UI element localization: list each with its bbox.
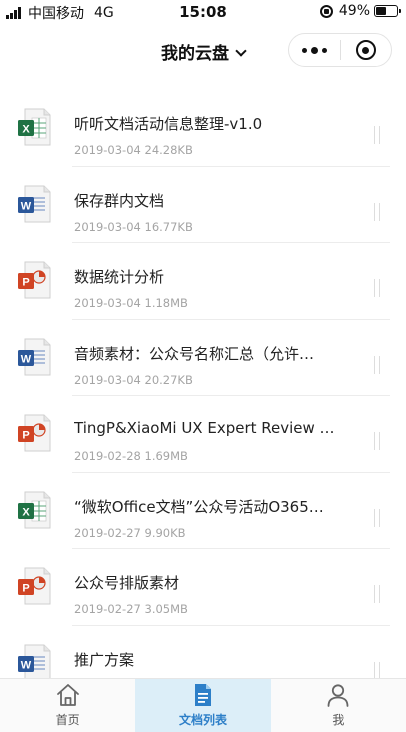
drag-handle-icon[interactable]: [374, 355, 380, 374]
file-name: 推广方案: [74, 650, 135, 669]
rotation-lock-icon: [319, 4, 333, 18]
file-list-item[interactable]: X 听听文档活动信息整理-v1.0 2019-03-04 24.28KB: [0, 90, 406, 167]
close-mini-program-button[interactable]: [340, 34, 391, 66]
drag-handle-icon[interactable]: [374, 508, 380, 527]
svg-text:W: W: [21, 200, 32, 212]
file-name: 听听文档活动信息整理-v1.0: [74, 115, 263, 133]
svg-text:W: W: [21, 659, 32, 671]
file-list-item[interactable]: P TingP&XiaoMi UX Expert Review … 2019-02-…: [0, 396, 406, 473]
file-date: 2019-02-27: [74, 602, 141, 616]
file-meta: 2019-03-04 1.18MB: [74, 296, 188, 310]
file-date: 2019-02-28: [74, 449, 141, 463]
file-list-item[interactable]: P 公众号排版素材 2019-02-27 3.05MB: [0, 549, 406, 626]
word-file-icon: W: [18, 338, 51, 375]
target-icon: [355, 40, 376, 60]
file-date: 2019-02-27: [74, 525, 141, 540]
file-list-item[interactable]: P 数据统计分析 2019-03-04 1.18MB: [0, 243, 406, 320]
file-size: 24.28KB: [144, 143, 193, 157]
file-list: X 听听文档活动信息整理-v1.0 2019-03-04 24.28KB W 保存群内文…: [0, 90, 406, 678]
file-name: 保存群内文档: [74, 191, 165, 210]
file-date: 2019-03-04: [74, 296, 141, 310]
excel-file-icon: X: [18, 108, 51, 146]
file-meta: 2019-02-27 3.05MB: [74, 602, 188, 616]
drag-handle-icon[interactable]: [374, 432, 380, 450]
tab-document-list-label: 文档列表: [178, 713, 227, 727]
tab-document-list[interactable]: 文档列表: [135, 679, 271, 732]
svg-text:P: P: [22, 430, 29, 442]
file-name: 音频素材：公众号名称汇总（允许…: [74, 344, 315, 363]
file-list-item[interactable]: W 保存群内文档 2019-03-04 16.77KB: [0, 167, 406, 243]
drag-handle-icon[interactable]: [374, 279, 380, 297]
file-meta: 2019-03-04 20.27KB: [74, 373, 193, 387]
file-date: 2019-03-04: [74, 219, 141, 234]
file-list-item[interactable]: W 音频素材：公众号名称汇总（允许… 2019-03-04 20.27KB: [0, 320, 406, 396]
battery-percent: 49%: [338, 3, 370, 19]
tab-me-label: 我: [332, 713, 345, 727]
more-dots-icon-center: [310, 46, 318, 54]
more-dots-icon: [301, 47, 307, 53]
drag-handle-icon[interactable]: [374, 585, 380, 603]
powerpoint-file-icon: P: [18, 414, 51, 452]
more-dots-icon-right: [321, 47, 327, 53]
file-meta: 2019-02-27 9.90KB: [74, 526, 186, 540]
file-meta: 2019-03-04 24.28KB: [74, 143, 193, 157]
status-right: 49%: [319, 3, 401, 19]
person-icon: [327, 684, 349, 707]
app-header: 我的云盘: [0, 24, 406, 78]
svg-text:W: W: [21, 353, 32, 365]
file-size: 20.27KB: [144, 372, 193, 387]
tab-bar: 首页 文档列表 我: [0, 678, 406, 732]
file-date: 2019-03-04: [74, 372, 141, 387]
file-list-item[interactable]: W 推广方案: [0, 626, 406, 678]
status-bar: 中国移动 4G 15:08 49%: [0, 0, 406, 24]
powerpoint-file-icon: P: [18, 261, 51, 299]
file-size: 16.77KB: [144, 219, 193, 234]
powerpoint-file-icon: P: [18, 567, 51, 605]
more-options-button[interactable]: [289, 34, 340, 66]
chevron-down-icon: [235, 45, 247, 57]
drag-handle-icon[interactable]: [374, 202, 380, 221]
file-meta: 2019-02-28 1.69MB: [74, 449, 188, 463]
file-date: 2019-03-04: [74, 143, 141, 157]
tab-home-label: 首页: [55, 713, 80, 727]
file-size: 9.90KB: [144, 525, 186, 540]
svg-text:P: P: [22, 277, 29, 289]
file-name: “微软Office文档”公众号活动O365…: [74, 497, 324, 516]
svg-text:X: X: [22, 506, 30, 518]
word-file-icon: W: [18, 644, 51, 678]
svg-text:P: P: [22, 583, 29, 595]
excel-file-icon: X: [18, 491, 51, 528]
file-size: 3.05MB: [144, 602, 188, 616]
drag-handle-icon[interactable]: [374, 126, 380, 144]
document-list-icon: [194, 684, 211, 706]
tab-me[interactable]: 我: [271, 679, 406, 732]
file-name: TingP&XiaoMi UX Expert Review …: [74, 419, 335, 437]
mini-program-capsule: [288, 33, 392, 67]
home-icon: [56, 684, 79, 706]
word-file-icon: W: [18, 185, 51, 222]
file-name: 公众号排版素材: [74, 574, 180, 592]
page-title: 我的云盘: [161, 44, 229, 64]
drag-handle-icon[interactable]: [374, 661, 380, 678]
svg-text:X: X: [22, 124, 30, 136]
file-size: 1.18MB: [144, 296, 188, 310]
tab-home[interactable]: 首页: [0, 679, 135, 732]
battery-icon: [374, 5, 401, 17]
file-size: 1.69MB: [144, 449, 188, 463]
file-name: 数据统计分析: [74, 268, 165, 286]
file-meta: 2019-03-04 16.77KB: [74, 220, 193, 234]
file-list-item[interactable]: X “微软Office文档”公众号活动O365… 2019-02-27 9.90KB: [0, 473, 406, 549]
